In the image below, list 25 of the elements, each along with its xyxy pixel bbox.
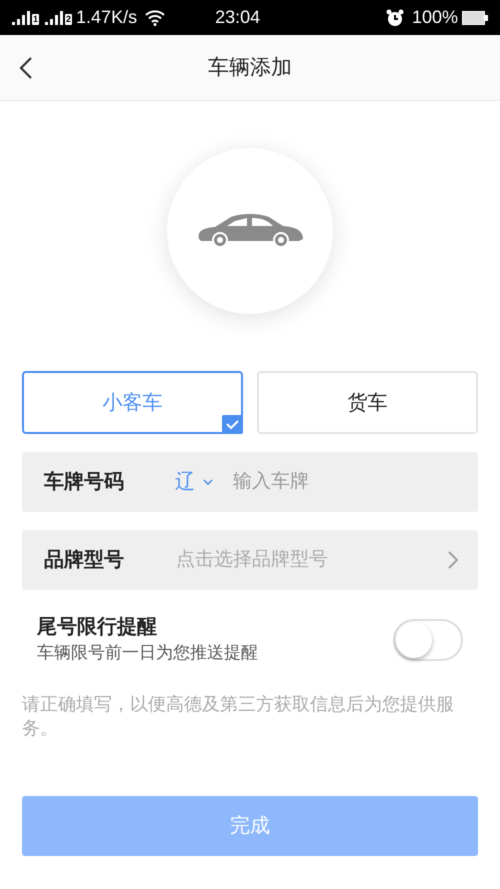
battery-level: 100% [412, 6, 458, 29]
vehicle-type-option[interactable]: 货车 [257, 371, 478, 434]
signal-icon [45, 10, 64, 24]
alarm-icon [386, 8, 404, 26]
page-title: 车辆添加 [208, 54, 292, 81]
reminder-toggle[interactable] [393, 619, 463, 661]
brand-placeholder: 点击选择品牌型号 [176, 548, 329, 572]
field-label: 品牌型号 [44, 548, 125, 573]
brand-model-row[interactable]: 品牌型号 点击选择品牌型号 [22, 530, 478, 590]
reminder-subtitle: 车辆限号前一日为您推送提醒 [37, 642, 259, 664]
sim-badge: 2 [65, 14, 72, 24]
battery-icon [462, 10, 488, 24]
checkmark-icon [222, 415, 243, 434]
plate-number-field[interactable]: 车牌号码 辽 输入车牌 [22, 452, 478, 512]
field-label: 车牌号码 [44, 470, 125, 495]
info-note: 请正确填写，以便高德及第三方获取信息后为您提供服务。 [22, 693, 455, 740]
signal-icon [12, 10, 30, 24]
sim-badge: 1 [32, 14, 40, 24]
caret-icon [203, 479, 213, 485]
reminder-title: 尾号限行提醒 [37, 615, 158, 640]
clock-time: 23:04 [215, 6, 260, 29]
network-speed: 1.47K/s [76, 6, 138, 29]
back-icon [19, 56, 33, 80]
chevron-right-icon [448, 551, 458, 569]
wifi-icon [145, 10, 166, 26]
